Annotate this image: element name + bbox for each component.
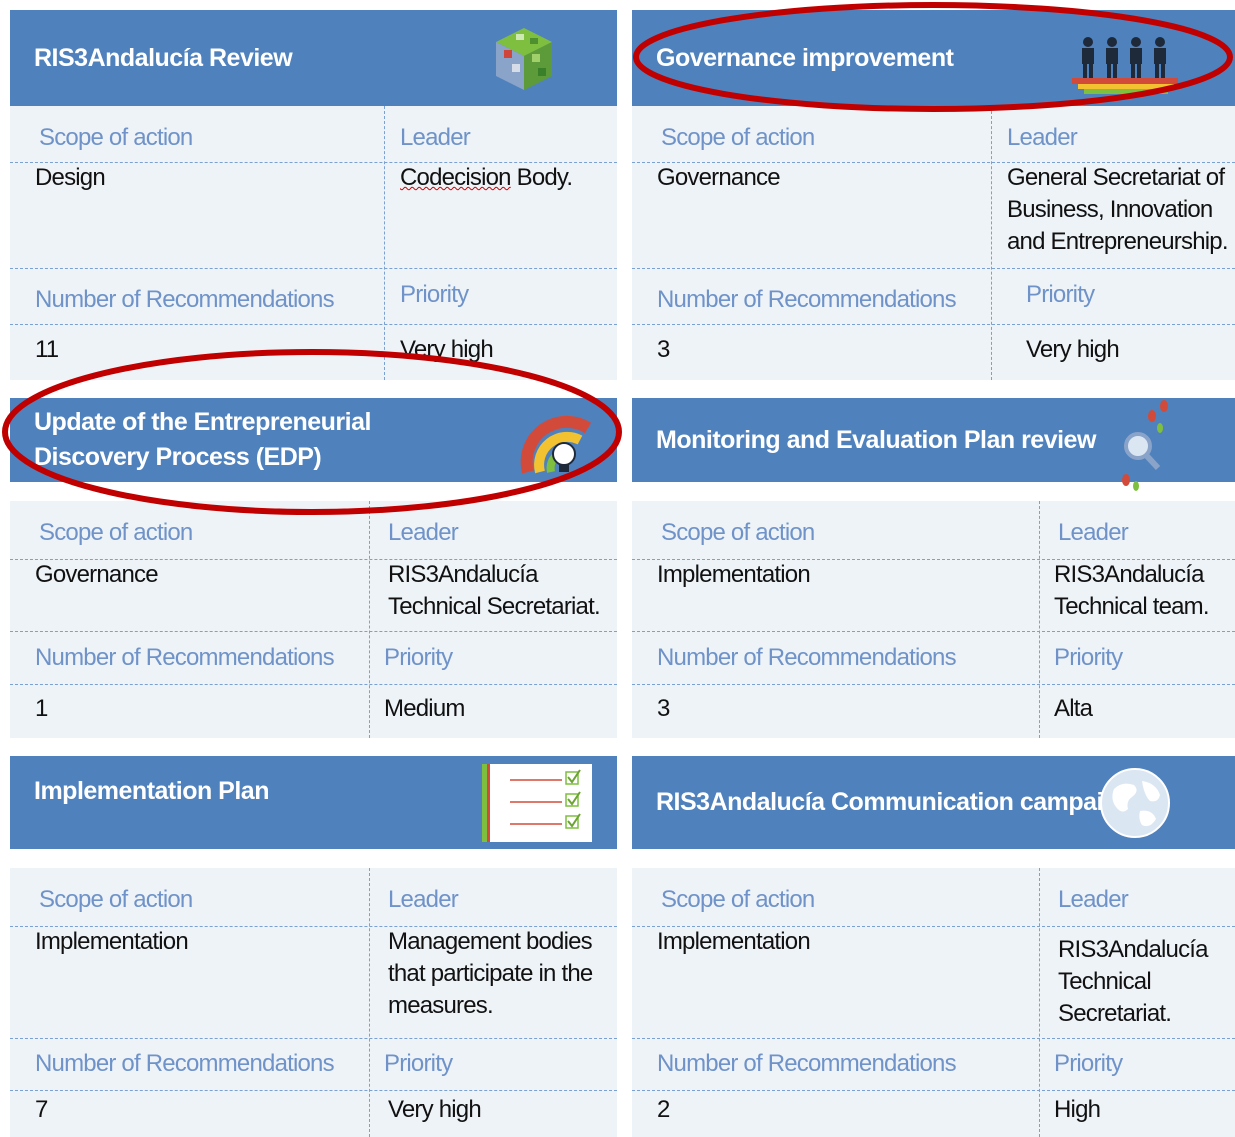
- priority-value: Very high: [388, 1096, 482, 1123]
- card-title: Implementation Plan: [34, 777, 269, 805]
- card-header: Monitoring and Evaluation Plan review: [632, 398, 1235, 491]
- scope-label: Scope of action: [661, 124, 815, 151]
- recommendations-label: Number of Recommendations: [657, 644, 957, 671]
- checklist-icon: [482, 764, 592, 849]
- priority-label: Priority: [384, 644, 453, 671]
- leader-label: Leader: [1007, 124, 1078, 151]
- card-header: Update of the Entrepreneurial Discovery …: [10, 398, 617, 482]
- priority-label: Priority: [400, 281, 469, 308]
- scope-value: Implementation: [657, 561, 811, 588]
- card-body: Scope of action Leader Implementation RI…: [632, 501, 1235, 738]
- card-monitoring-review: Monitoring and Evaluation Plan review Sc…: [632, 398, 1235, 738]
- card-governance-improvement: Governance improvement Scope of action L…: [632, 10, 1235, 380]
- priority-label: Priority: [1054, 1050, 1123, 1077]
- card-body: Scope of action Leader Design Codecision…: [10, 106, 617, 380]
- card-header: RIS3Andalucía Communication campaigns: [632, 756, 1235, 849]
- leader-value: RIS3Andalucía Technical Secretariat.: [388, 561, 601, 620]
- card-header: RIS3Andalucía Review: [10, 10, 617, 106]
- card-title: RIS3Andalucía Review: [34, 43, 293, 72]
- people-icon: [1072, 32, 1178, 103]
- scope-value: Implementation: [657, 928, 811, 955]
- scope-label: Scope of action: [39, 886, 193, 913]
- priority-value: Very high: [1026, 336, 1120, 363]
- card-implementation-plan: Implementation Plan Scope of action Lead…: [10, 756, 617, 1137]
- recommendations-label: Number of Recommendations: [657, 1050, 957, 1077]
- card-header: Implementation Plan: [10, 756, 617, 849]
- recommendations-label: Number of Recommendations: [657, 286, 957, 313]
- leader-value: RIS3Andalucía Technical team.: [1054, 561, 1210, 620]
- card-header: Governance improvement: [632, 10, 1235, 106]
- globe-icon: [1100, 763, 1170, 850]
- scope-value: Governance: [657, 164, 781, 191]
- recommendations-value: 7: [35, 1096, 48, 1123]
- priority-label: Priority: [1026, 281, 1095, 308]
- lightbulb-gauge-icon: [518, 400, 598, 483]
- scope-value: Design: [35, 164, 106, 191]
- recommendations-value: 3: [657, 336, 670, 363]
- priority-label: Priority: [384, 1050, 453, 1077]
- scope-label: Scope of action: [39, 124, 193, 151]
- card-title: Update of the Entrepreneurial Discovery …: [34, 408, 371, 471]
- card-title: Governance improvement: [656, 43, 954, 72]
- card-body: Scope of action Leader Governance Genera…: [632, 106, 1235, 380]
- priority-label: Priority: [1054, 644, 1123, 671]
- scope-label: Scope of action: [39, 519, 193, 546]
- leader-value: Management bodies that participate in th…: [388, 928, 593, 1019]
- leader-label: Leader: [388, 519, 459, 546]
- recommendations-value: 3: [657, 695, 670, 722]
- card-body: Scope of action Leader Implementation Ma…: [10, 868, 617, 1137]
- card-title: RIS3Andalucía Communication campaigns: [656, 788, 1146, 816]
- leader-label: Leader: [1058, 886, 1129, 913]
- leader-label: Leader: [400, 124, 471, 151]
- recommendations-label: Number of Recommendations: [35, 644, 335, 671]
- scope-value: Governance: [35, 561, 159, 588]
- leader-value: General Secretariat of Business, Innovat…: [1007, 164, 1229, 255]
- card-body: Scope of action Leader Implementation RI…: [632, 868, 1235, 1137]
- leader-label: Leader: [1058, 519, 1129, 546]
- card-ris3-review: RIS3Andalucía Review Scope of action Lea…: [10, 10, 617, 380]
- scope-label: Scope of action: [661, 886, 815, 913]
- spellcheck-underline: Codecision: [400, 164, 512, 191]
- rubiks-cube-icon: [490, 24, 558, 101]
- leader-value: RIS3Andalucía Technical Secretariat.: [1058, 936, 1209, 1027]
- leader-value: Codecision Body.: [400, 164, 573, 191]
- magnifier-footprints-icon: [1116, 400, 1176, 499]
- scope-label: Scope of action: [661, 519, 815, 546]
- recommendations-value: 1: [35, 695, 48, 722]
- scope-value: Implementation: [35, 928, 189, 955]
- priority-value: Very high: [400, 336, 494, 363]
- priority-value: Alta: [1054, 695, 1093, 722]
- priority-value: Medium: [384, 695, 465, 722]
- card-title: Monitoring and Evaluation Plan review: [656, 425, 1096, 454]
- recommendations-label: Number of Recommendations: [35, 1050, 335, 1077]
- recommendations-value: 11: [35, 336, 59, 363]
- recommendations-value: 2: [657, 1096, 670, 1123]
- card-communication-campaigns: RIS3Andalucía Communication campaigns Sc…: [632, 756, 1235, 1137]
- recommendations-label: Number of Recommendations: [35, 286, 335, 313]
- card-body: Scope of action Leader Governance RIS3An…: [10, 501, 617, 738]
- leader-label: Leader: [388, 886, 459, 913]
- card-edp-update: Update of the Entrepreneurial Discovery …: [10, 398, 617, 738]
- priority-value: High: [1054, 1096, 1101, 1123]
